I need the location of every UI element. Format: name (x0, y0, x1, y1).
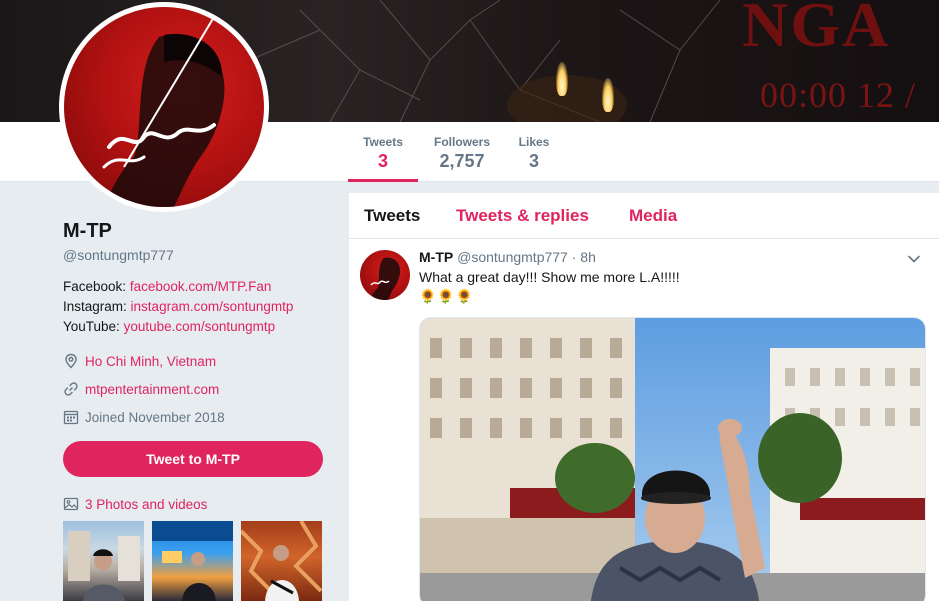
bio-instagram-label: Instagram: (63, 299, 127, 314)
stat-tweets[interactable]: Tweets 3 (348, 122, 418, 182)
location-pin-icon (65, 353, 77, 369)
tweet-item[interactable]: M-TP @sontungmtp777 · 8h What a great da… (349, 240, 939, 601)
tab-tweets[interactable]: Tweets (364, 206, 420, 226)
tweet-separator: · (567, 249, 581, 265)
calendar-icon (63, 410, 79, 425)
tweet-author-handle[interactable]: @sontungmtp777 (457, 249, 568, 265)
location-text[interactable]: Ho Chi Minh, Vietnam (85, 354, 216, 369)
profile-location: Ho Chi Minh, Vietnam (63, 347, 333, 375)
chevron-down-icon[interactable] (907, 252, 921, 266)
bio-instagram-link[interactable]: instagram.com/sontungmtp (131, 299, 294, 314)
timeline: Tweets Tweets & replies Media M-TP @sont… (349, 193, 939, 601)
joined-text: Joined November 2018 (85, 409, 225, 425)
tweet-to-button[interactable]: Tweet to M-TP (63, 441, 323, 477)
tweet-photo[interactable] (419, 317, 926, 601)
profile-bio: Facebook: facebook.com/MTP.Fan Instagram… (63, 277, 333, 337)
tweet-avatar[interactable] (360, 250, 410, 300)
link-icon (64, 382, 78, 396)
avatar-image (64, 7, 264, 207)
bio-line-instagram: Instagram: instagram.com/sontungmtp (63, 297, 333, 317)
photos-videos-link[interactable]: 3 Photos and videos (63, 496, 207, 512)
candle-flame-right (602, 78, 614, 112)
image-icon (63, 497, 79, 511)
stat-likes[interactable]: Likes 3 (514, 122, 554, 182)
profile-handle: @sontungmtp777 (63, 247, 174, 263)
tab-media[interactable]: Media (629, 206, 677, 226)
bio-line-youtube: YouTube: youtube.com/sontungmtp (63, 317, 333, 337)
tab-tweets-replies[interactable]: Tweets & replies (456, 206, 589, 226)
bio-youtube-label: YouTube: (63, 319, 120, 334)
media-thumbnail-3[interactable] (241, 521, 322, 601)
banner-title-text: NGA (742, 0, 891, 60)
stat-followers-label: Followers (433, 135, 490, 149)
tweet-emoji: 🌻🌻🌻 (419, 288, 475, 304)
tweet-text: What a great day!!! Show me more L.A!!!!… (419, 269, 680, 285)
media-thumbnail-1[interactable] (63, 521, 144, 601)
candle-flame-left (556, 62, 568, 96)
website-link[interactable]: mtpentertainment.com (85, 382, 219, 397)
profile-website: mtpentertainment.com (63, 375, 333, 403)
profile-joined: Joined November 2018 (63, 403, 333, 431)
tweet-header: M-TP @sontungmtp777 · 8h (419, 249, 596, 265)
bio-facebook-link[interactable]: facebook.com/MTP.Fan (130, 279, 272, 294)
tweet-timestamp[interactable]: 8h (580, 249, 596, 265)
stat-tweets-value: 3 (377, 151, 388, 171)
timeline-tabs: Tweets Tweets & replies Media (349, 193, 939, 239)
photos-videos-label: 3 Photos and videos (85, 496, 208, 512)
stat-likes-label: Likes (518, 135, 550, 149)
stat-tweets-label: Tweets (363, 135, 403, 149)
profile-meta: Ho Chi Minh, Vietnam mtpentertainment.co… (63, 347, 333, 431)
bio-facebook-label: Facebook: (63, 279, 127, 294)
tweet-author-name[interactable]: M-TP (419, 249, 453, 265)
profile-name: M-TP (63, 220, 112, 242)
bio-line-facebook: Facebook: facebook.com/MTP.Fan (63, 277, 333, 297)
stat-followers[interactable]: Followers 2,757 (428, 122, 496, 182)
profile-card: M-TP @sontungmtp777 Facebook: facebook.c… (63, 220, 333, 431)
stat-followers-value: 2,757 (439, 151, 485, 171)
profile-avatar[interactable] (59, 2, 269, 212)
bio-youtube-link[interactable]: youtube.com/sontungmtp (124, 319, 276, 334)
banner-countdown-text: 00:00 12 / (760, 75, 917, 115)
stat-likes-value: 3 (528, 151, 539, 171)
media-thumbnail-2[interactable] (152, 521, 233, 601)
